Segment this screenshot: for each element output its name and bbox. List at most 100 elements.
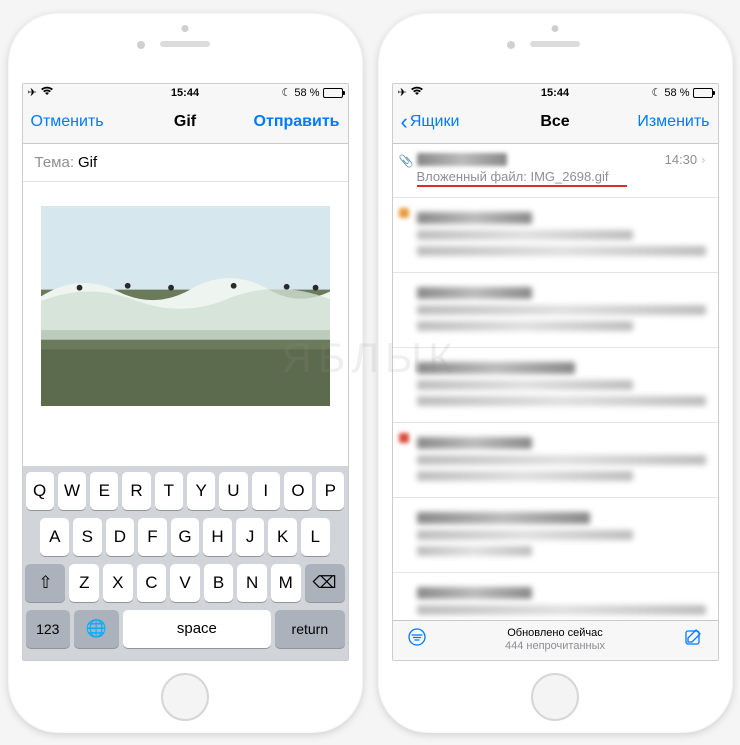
- screen-inbox: ✈︎ 15:44 ☾ 58 % ‹ Ящики Все Изменить 📎: [392, 83, 719, 661]
- key-b[interactable]: B: [204, 564, 234, 602]
- mail-row[interactable]: [393, 573, 718, 620]
- key-e[interactable]: E: [90, 472, 118, 510]
- chevron-left-icon: ‹: [401, 111, 408, 133]
- blurred-content: [417, 455, 706, 465]
- mail-row[interactable]: [393, 273, 718, 348]
- airplane-icon: ✈︎: [398, 86, 407, 99]
- gif-attachment[interactable]: [41, 206, 330, 406]
- mail-time: 14:30: [665, 152, 698, 167]
- send-button[interactable]: Отправить: [254, 113, 340, 131]
- sensor-dot: [552, 25, 559, 32]
- back-button[interactable]: ‹ Ящики: [401, 111, 460, 133]
- blurred-content: [417, 587, 533, 599]
- blurred-content: [417, 396, 706, 406]
- compose-icon[interactable]: [683, 627, 703, 653]
- key-o[interactable]: O: [284, 472, 312, 510]
- mail-row[interactable]: [393, 348, 718, 423]
- moon-icon: ☾: [652, 86, 662, 99]
- key-m[interactable]: M: [271, 564, 301, 602]
- speaker: [530, 41, 580, 47]
- blurred-content: [417, 230, 634, 240]
- key-x[interactable]: X: [103, 564, 133, 602]
- key-y[interactable]: Y: [187, 472, 215, 510]
- phone-right: ✈︎ 15:44 ☾ 58 % ‹ Ящики Все Изменить 📎: [378, 13, 733, 733]
- nav-bar-compose: Отменить Gif Отправить: [23, 102, 348, 144]
- sender-badge-blurred: [399, 208, 409, 218]
- battery-icon: [693, 88, 713, 98]
- key-c[interactable]: C: [137, 564, 167, 602]
- blurred-content: [417, 287, 533, 299]
- mail-row[interactable]: 📎 14:30 › Вложенный файл: IMG_2698.gif: [393, 144, 718, 198]
- key-t[interactable]: T: [155, 472, 183, 510]
- blurred-content: [417, 437, 533, 449]
- key-g[interactable]: G: [171, 518, 200, 556]
- key-d[interactable]: D: [106, 518, 135, 556]
- key-s[interactable]: S: [73, 518, 102, 556]
- nav-bar-inbox: ‹ Ящики Все Изменить: [393, 102, 718, 144]
- phone-left: ✈︎ 15:44 ☾ 58 % Отменить Gif Отправить Т…: [8, 13, 363, 733]
- home-button[interactable]: [161, 673, 209, 721]
- front-camera: [137, 41, 145, 49]
- key-return[interactable]: return: [275, 610, 344, 648]
- subject-value: Gif: [78, 154, 97, 171]
- mail-row[interactable]: [393, 198, 718, 273]
- status-time: 15:44: [171, 87, 199, 99]
- back-label: Ящики: [410, 113, 460, 131]
- speaker: [160, 41, 210, 47]
- inbox-list[interactable]: 📎 14:30 › Вложенный файл: IMG_2698.gif: [393, 144, 718, 620]
- key-v[interactable]: V: [170, 564, 200, 602]
- key-l[interactable]: L: [301, 518, 330, 556]
- key-f[interactable]: F: [138, 518, 167, 556]
- key-r[interactable]: R: [122, 472, 150, 510]
- home-button[interactable]: [531, 673, 579, 721]
- key-i[interactable]: I: [252, 472, 280, 510]
- inbox-toolbar: Обновлено сейчас 444 непрочитанных: [393, 620, 718, 660]
- blurred-content: [417, 362, 576, 374]
- blurred-content: [417, 546, 533, 556]
- kb-row-1: Q W E R T Y U I O P: [26, 472, 345, 510]
- key-h[interactable]: H: [203, 518, 232, 556]
- blurred-content: [417, 212, 533, 224]
- key-p[interactable]: P: [316, 472, 344, 510]
- keyboard: Q W E R T Y U I O P A S D F G H J K L: [23, 466, 348, 660]
- blurred-content: [417, 605, 706, 615]
- blurred-content: [417, 512, 590, 524]
- wifi-icon: [40, 86, 54, 99]
- screen-compose: ✈︎ 15:44 ☾ 58 % Отменить Gif Отправить Т…: [22, 83, 349, 661]
- message-body[interactable]: [23, 182, 348, 430]
- key-u[interactable]: U: [219, 472, 247, 510]
- sender-badge-blurred: [399, 433, 409, 443]
- key-space[interactable]: space: [123, 610, 272, 648]
- battery-pct: 58 %: [664, 87, 689, 99]
- front-camera: [507, 41, 515, 49]
- key-shift[interactable]: ⇧: [25, 564, 65, 602]
- kb-row-4: 123 🌐 space return: [26, 610, 345, 648]
- key-z[interactable]: Z: [69, 564, 99, 602]
- edit-button[interactable]: Изменить: [637, 113, 709, 131]
- key-123[interactable]: 123: [26, 610, 71, 648]
- key-a[interactable]: A: [40, 518, 69, 556]
- battery-pct: 58 %: [294, 87, 319, 99]
- chevron-right-icon: ›: [701, 152, 705, 167]
- nav-title: Все: [540, 113, 569, 131]
- paperclip-icon: 📎: [399, 154, 414, 168]
- subject-row[interactable]: Тема: Gif: [23, 144, 348, 182]
- key-j[interactable]: J: [236, 518, 265, 556]
- key-q[interactable]: Q: [26, 472, 54, 510]
- key-w[interactable]: W: [58, 472, 86, 510]
- blurred-content: [417, 471, 634, 481]
- sensor-dot: [182, 25, 189, 32]
- subject-label: Тема:: [35, 154, 75, 171]
- mail-row[interactable]: [393, 423, 718, 498]
- key-backspace[interactable]: ⌫: [305, 564, 345, 602]
- airplane-icon: ✈︎: [28, 86, 37, 99]
- highlight-underline: [417, 185, 627, 187]
- key-globe[interactable]: 🌐: [74, 610, 119, 648]
- cancel-button[interactable]: Отменить: [31, 113, 104, 131]
- key-k[interactable]: K: [268, 518, 297, 556]
- filter-icon[interactable]: [407, 627, 427, 653]
- mail-preview: Вложенный файл: IMG_2698.gif: [417, 169, 706, 184]
- sender-blurred: [417, 153, 507, 166]
- mail-row[interactable]: [393, 498, 718, 573]
- key-n[interactable]: N: [237, 564, 267, 602]
